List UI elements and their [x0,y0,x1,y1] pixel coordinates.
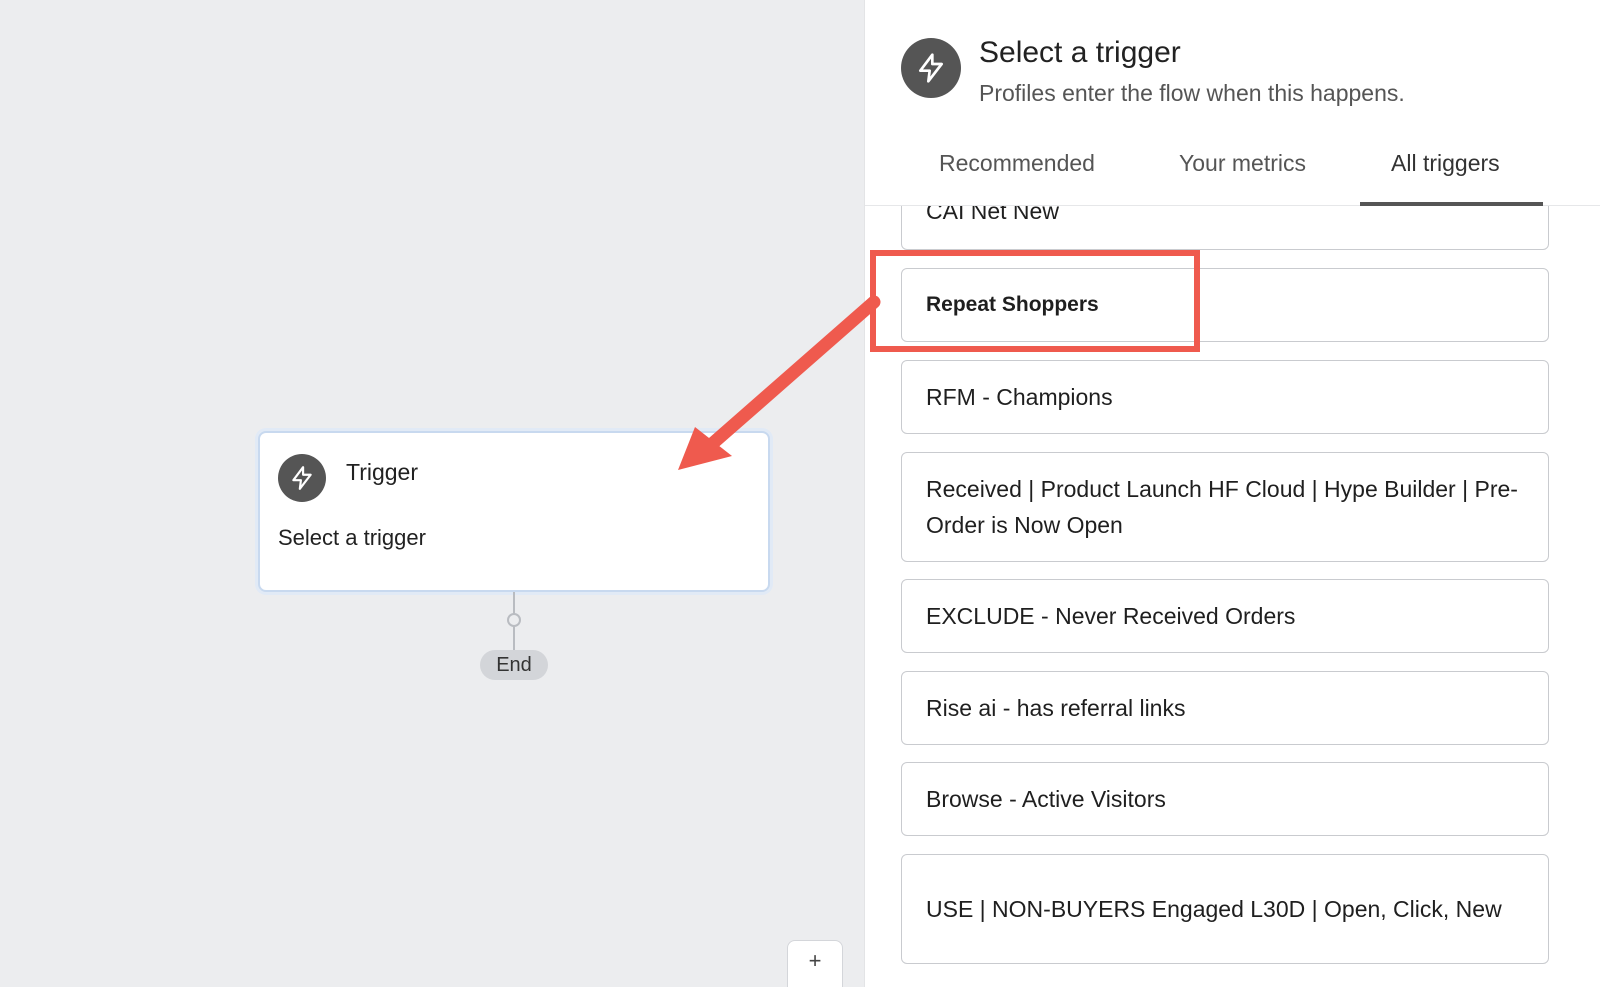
tab-your-metrics[interactable]: Your metrics [1179,150,1306,177]
trigger-option[interactable]: USE | NON-BUYERS Engaged L30D | Open, Cl… [901,854,1549,964]
trigger-node-title: Trigger [346,459,418,485]
trigger-option[interactable]: RFM - Champions [901,360,1549,434]
add-step-point[interactable] [507,613,521,627]
trigger-list[interactable]: CAI Net New Repeat Shoppers RFM - Champi… [865,206,1600,987]
trigger-tabs: Recommended Your metrics All triggers [865,138,1600,206]
trigger-option[interactable]: EXCLUDE - Never Received Orders [901,579,1549,653]
flow-canvas[interactable]: Trigger Select a trigger End + [0,0,864,987]
tab-recommended[interactable]: Recommended [939,150,1095,177]
lightning-icon [901,38,961,98]
trigger-option[interactable]: CAI Net New [901,206,1549,250]
panel-title: Select a trigger [979,36,1181,69]
zoom-in-button[interactable]: + [787,940,843,987]
trigger-node-subtitle: Select a trigger [278,525,426,550]
trigger-selection-panel: Select a trigger Profiles enter the flow… [864,0,1600,987]
trigger-option[interactable]: Received | Product Launch HF Cloud | Hyp… [901,452,1549,562]
panel-subtitle: Profiles enter the flow when this happen… [979,80,1405,106]
tab-all-triggers[interactable]: All triggers [1391,150,1500,177]
lightning-icon [278,454,326,502]
trigger-option-highlighted[interactable]: Repeat Shoppers [901,268,1549,342]
trigger-option[interactable]: Browse - Active Visitors [901,762,1549,836]
end-node: End [480,650,548,680]
trigger-node[interactable]: Trigger Select a trigger [258,431,770,592]
trigger-option[interactable]: Rise ai - has referral links [901,671,1549,745]
